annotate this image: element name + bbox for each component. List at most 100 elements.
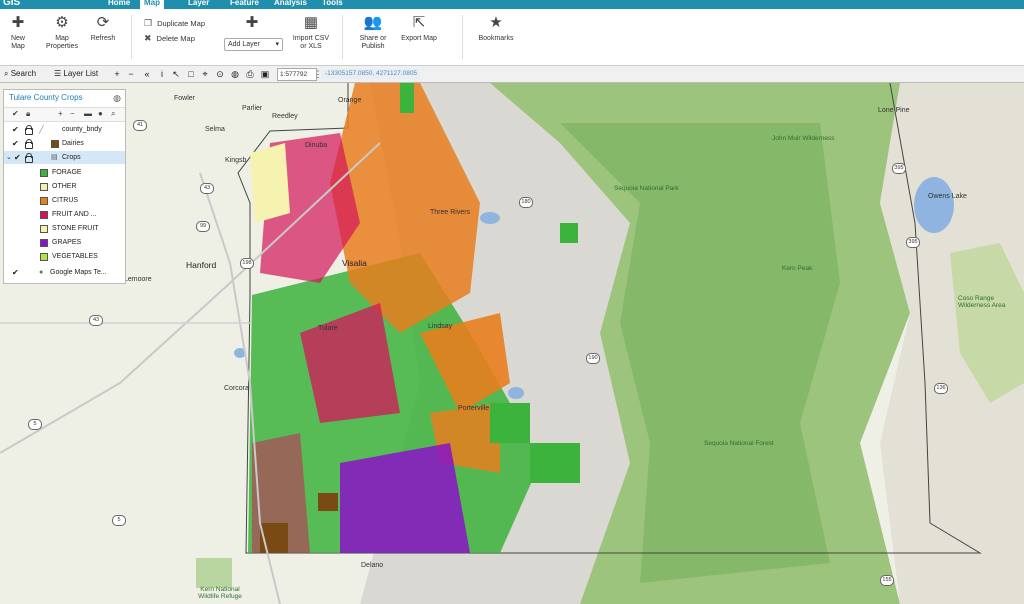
plus-icon: ✚ <box>245 14 259 31</box>
gear-icon: ⚙ <box>55 14 69 31</box>
save-icon[interactable]: ▣ <box>259 67 271 81</box>
folder-icon[interactable]: ▬ <box>84 109 92 118</box>
checkbox-checked-icon[interactable]: ✔ <box>14 151 21 164</box>
layer-row-dairies[interactable]: ✔ Dairies <box>4 137 125 150</box>
lock-icon[interactable]: 🔒︎ <box>26 109 30 119</box>
route-shield: 43 <box>200 183 214 194</box>
identify-icon[interactable]: ⊙ <box>214 67 226 81</box>
plus-icon: ✚ <box>11 14 25 31</box>
layer-list-panel: Tulare County Crops ◍ ✔ 🔒︎ + − ▬ ● ⌕ ✔ ╱… <box>3 89 126 284</box>
map-label-sequoia-nf: Sequoia National Forest <box>704 440 774 447</box>
legend-item-grapes: GRAPES <box>4 236 125 249</box>
add-layer-icon-button[interactable]: ✚ <box>240 15 264 35</box>
map-label-tulare: Tulare <box>318 325 338 332</box>
info-icon[interactable]: i <box>156 67 168 81</box>
map-label-hanford: Hanford <box>186 260 217 270</box>
map-properties-button[interactable]: ⚙ Map Properties <box>44 15 80 51</box>
scale-field[interactable]: 1:577792 <box>277 68 317 81</box>
route-shield: 198 <box>240 258 254 269</box>
search-button[interactable]: ⌕ Search <box>4 67 36 81</box>
layer-row-crops[interactable]: ⌄ ✔ ▤ Crops <box>4 151 125 164</box>
legend-item-forage: FORAGE <box>4 166 125 179</box>
map-label-lemoore: Lemoore <box>124 276 152 283</box>
tab-feature[interactable]: Feature <box>226 0 263 9</box>
legend-swatch <box>40 169 48 177</box>
tab-analysis[interactable]: Analysis <box>270 0 311 9</box>
map-label-reedley: Reedley <box>272 113 298 120</box>
zoom-to-layer-icon[interactable]: ⌕ <box>111 109 115 119</box>
pointer-icon[interactable]: ↖ <box>170 67 182 81</box>
globe-icon[interactable]: ◍ <box>113 93 121 104</box>
legend-swatch <box>40 253 48 261</box>
route-shield: 136 <box>934 383 948 394</box>
route-shield: 180 <box>519 197 533 208</box>
remove-layer-icon[interactable]: − <box>70 109 75 118</box>
map-label-selma: Selma <box>205 126 225 133</box>
close-icon: ✖ <box>144 33 152 43</box>
tab-tools[interactable]: Tools <box>318 0 347 9</box>
checkbox-checked-icon[interactable]: ✔ <box>12 137 19 150</box>
map-label-sequoia-np: Sequoia National Park <box>614 185 679 192</box>
map-canvas[interactable]: Fowler Parlier Orange Reedley Selma King… <box>0 83 1024 604</box>
refresh-button[interactable]: ⟳ Refresh <box>88 15 118 43</box>
print-icon[interactable]: ⎙ <box>244 67 256 81</box>
full-extent-icon[interactable]: ⌖ <box>199 67 211 81</box>
zoom-out-icon[interactable]: − <box>125 67 137 81</box>
checkbox-checked-icon[interactable]: ✔ <box>12 123 19 136</box>
back-icon[interactable]: « <box>141 67 153 81</box>
bookmarks-button[interactable]: ★ Bookmarks <box>476 15 516 43</box>
map-label-fowler: Fowler <box>174 95 196 102</box>
legend-item-fruit: FRUIT AND ... <box>4 208 125 221</box>
route-shield: 155 <box>880 575 894 586</box>
delete-map-button[interactable]: ✖ Delete Map <box>144 33 195 44</box>
chevron-down-icon: ▾ <box>275 41 279 48</box>
import-csv-button[interactable]: ▦ Import CSV or XLS <box>292 15 330 51</box>
select-box-icon[interactable]: □ <box>185 67 197 81</box>
globe-icon[interactable]: ◍ <box>229 67 241 81</box>
refresh-icon: ⟳ <box>96 14 110 31</box>
layer-row-basemap[interactable]: ✔ ● Google Maps Te... <box>4 266 125 279</box>
tab-layer[interactable]: Layer <box>184 0 213 9</box>
legend-item-vegetables: VEGETABLES <box>4 250 125 263</box>
basemap-icon: ● <box>39 269 44 276</box>
checkbox-checked-icon[interactable]: ✔ <box>12 266 19 279</box>
map-label-lone-pine: Lone Pine <box>878 107 910 114</box>
export-map-button[interactable]: ⇱ Export Map <box>400 15 438 43</box>
legend-swatch <box>40 211 48 219</box>
export-icon: ⇱ <box>412 14 426 31</box>
layer-panel-title: Tulare County Crops <box>9 93 83 102</box>
chevron-down-icon[interactable]: ⌄ <box>6 151 12 164</box>
legend-item-stone-fruit: STONE FRUIT <box>4 222 125 235</box>
lock-icon[interactable] <box>25 139 33 149</box>
star-icon: ★ <box>489 14 503 31</box>
duplicate-map-button[interactable]: ❐ Duplicate Map <box>144 18 205 29</box>
list-icon: ☰ <box>54 69 62 78</box>
polygon-layer-icon: ▤ <box>51 154 58 161</box>
new-map-button[interactable]: ✚ New Map <box>4 15 32 51</box>
tab-home[interactable]: Home <box>104 0 134 9</box>
ribbon-divider <box>131 15 132 59</box>
add-layer-dropdown[interactable]: Add Layer ▾ <box>224 38 283 51</box>
app-logo: GIS <box>3 0 21 8</box>
map-label-corcoran: Corcora <box>224 385 249 392</box>
lock-icon[interactable] <box>25 125 33 135</box>
map-label-dinuba: Dinuba <box>305 142 328 149</box>
map-label-coso-range: Coso Range Wilderness Area <box>958 295 1006 309</box>
legend-swatch <box>40 239 48 247</box>
layer-list-button[interactable]: ☰ Layer List <box>54 67 98 81</box>
route-shield: 395 <box>906 237 920 248</box>
top-nav-bar: GIS Home Map Layer Feature Analysis Tool… <box>0 0 1024 9</box>
checkmark-icon[interactable]: ✔ <box>12 109 19 118</box>
ribbon-toolbar: ✚ New Map ⚙ Map Properties ⟳ Refresh ❐ Du… <box>0 9 1024 66</box>
add-layer-icon[interactable]: + <box>58 109 63 118</box>
route-shield: 43 <box>89 315 103 326</box>
share-publish-button[interactable]: 👥 Share or Publish <box>356 15 390 51</box>
tab-map[interactable]: Map <box>140 0 164 9</box>
map-label-porterville: Porterville <box>458 405 490 412</box>
layer-row-county-bndy[interactable]: ✔ ╱ county_bndy <box>4 123 125 136</box>
user-icon[interactable]: ● <box>98 109 103 118</box>
route-shield: 41 <box>133 120 147 131</box>
zoom-in-icon[interactable]: + <box>111 67 123 81</box>
ribbon-divider <box>342 15 343 59</box>
lock-icon[interactable] <box>25 153 33 163</box>
